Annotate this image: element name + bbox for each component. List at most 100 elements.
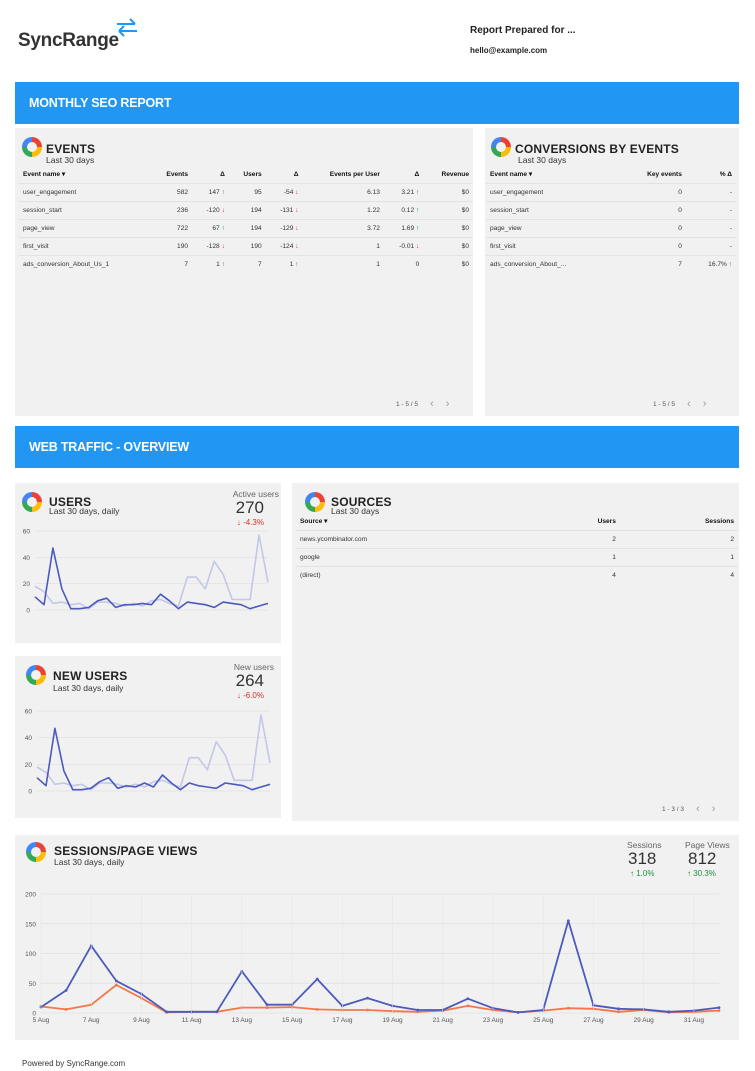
event-name: ads_conversion_About_...: [486, 254, 619, 273]
events-per-user: 1: [302, 236, 384, 255]
users-card: USERS Last 30 days, daily Active users 2…: [15, 483, 281, 643]
x-tick-label: 15 Aug: [282, 1017, 303, 1024]
x-tick-label: 7 Aug: [83, 1017, 100, 1024]
prepared-for: Report Prepared for ...: [470, 25, 576, 36]
prev-page-icon[interactable]: ‹: [430, 398, 434, 410]
events-per-user: 1: [302, 254, 384, 273]
conversions-table: Event name ▾ Key events % Δ user_engagem…: [486, 166, 736, 273]
col-events-per-user[interactable]: Events per User: [303, 166, 384, 183]
analytics-icon: [491, 137, 511, 157]
data-point: [64, 988, 68, 992]
users-delta-value: -129: [280, 224, 294, 232]
x-tick-label: 19 Aug: [382, 1017, 403, 1024]
footer-credit: Powered by SyncRange.com: [22, 1059, 126, 1068]
y-tick-label: 40: [25, 735, 33, 742]
col-delta[interactable]: Δ: [192, 166, 229, 183]
events-delta: -128 ↓: [192, 236, 229, 255]
table-row[interactable]: session_start 0 -: [486, 200, 736, 219]
x-tick-label: 11 Aug: [182, 1017, 202, 1024]
y-tick-label: 150: [25, 921, 36, 928]
users-delta: -54 ↓: [265, 182, 303, 201]
data-point: [114, 983, 118, 987]
table-row[interactable]: page_view 722 67 ↑ 194 -129 ↓ 3.72 1.69 ↑ $0: [19, 218, 473, 237]
pct-delta-value: 16.7%: [708, 260, 727, 268]
web-traffic-banner: WEB TRAFFIC - OVERVIEW: [15, 426, 739, 468]
col-users[interactable]: Users: [229, 166, 266, 183]
source-name: google: [296, 547, 536, 566]
next-page-icon[interactable]: ›: [712, 803, 716, 815]
col-key-events[interactable]: Key events: [619, 166, 686, 183]
table-row[interactable]: first_visit 190 -128 ↓ 190 -124 ↓ 1 -0.01 ↓ $0: [19, 236, 473, 255]
series-line-2: [36, 714, 271, 791]
data-point: [566, 1006, 570, 1010]
arrow-down-icon: ↓: [219, 242, 225, 250]
users-delta: 1 ↑: [265, 254, 303, 273]
pct-delta: -: [685, 182, 736, 201]
col-delta[interactable]: Δ: [384, 166, 423, 183]
revenue: $0: [423, 254, 473, 273]
data-point: [366, 1008, 369, 1012]
pct-delta-value: -: [729, 206, 732, 214]
events-delta: -120 ↓: [192, 200, 229, 219]
users-count: 95: [228, 182, 266, 201]
table-row[interactable]: ads_conversion_About_... 7 16.7% ↑: [486, 254, 736, 273]
table-row[interactable]: ads_conversion_About_Us_1 7 1 ↑ 7 1 ↑ 1 0 $0: [19, 254, 473, 273]
col-users[interactable]: Users: [536, 513, 620, 530]
y-tick-label: 50: [29, 981, 37, 988]
new-users-card: NEW USERS Last 30 days, daily New users …: [15, 656, 281, 818]
revenue: $0: [423, 236, 473, 255]
x-tick-label: 23 Aug: [483, 1017, 504, 1024]
event-name: user_engagement: [486, 182, 619, 201]
next-page-icon[interactable]: ›: [446, 398, 450, 410]
users-delta: -131 ↓: [265, 200, 303, 219]
event-name: session_start: [19, 200, 151, 219]
table-row[interactable]: first_visit 0 -: [486, 236, 736, 255]
col-event-name[interactable]: Event name ▾: [486, 166, 619, 183]
event-name: user_engagement: [19, 182, 151, 201]
prev-page-icon[interactable]: ‹: [696, 803, 700, 815]
page-range: 1 - 5 / 5: [653, 401, 676, 408]
sync-arrows-icon: [117, 18, 137, 37]
col-delta[interactable]: Δ: [266, 166, 303, 183]
events-count: 7: [150, 254, 193, 273]
next-page-icon[interactable]: ›: [703, 398, 707, 410]
card-subtitle: Last 30 days: [46, 155, 95, 165]
data-point: [215, 1010, 219, 1014]
users-count: 190: [228, 236, 266, 255]
epu-delta-value: 3.21: [401, 188, 415, 196]
pct-delta-value: -: [729, 224, 732, 232]
table-row[interactable]: google 1 1: [296, 547, 738, 566]
table-row[interactable]: user_engagement 582 147 ↑ 95 -54 ↓ 6.13 3.21 ↑…: [19, 182, 473, 201]
col-events[interactable]: Events: [151, 166, 192, 183]
data-point: [165, 1010, 168, 1014]
arrow-up-icon: ↑: [219, 260, 225, 268]
events-card: EVENTS Last 30 days Event name ▾ Events …: [15, 128, 473, 416]
table-row[interactable]: page_view 0 -: [486, 218, 736, 237]
key-events: 0: [618, 182, 686, 201]
table-row[interactable]: user_engagement 0 -: [486, 182, 736, 201]
x-tick-label: 9 Aug: [133, 1017, 150, 1024]
source-users: 2: [535, 529, 620, 548]
source-sessions: 2: [619, 529, 738, 548]
pct-delta: -: [685, 236, 736, 255]
col-revenue[interactable]: Revenue: [423, 166, 473, 183]
table-row[interactable]: session_start 236 -120 ↓ 194 -131 ↓ 1.22 0.12 …: [19, 200, 473, 219]
col-source[interactable]: Source ▾: [296, 513, 536, 530]
prev-page-icon[interactable]: ‹: [687, 398, 691, 410]
col-pct-delta[interactable]: % Δ: [686, 166, 736, 183]
table-row[interactable]: (direct) 4 4: [296, 565, 738, 584]
y-tick-label: 60: [23, 529, 31, 536]
users-delta-value: -54: [283, 188, 294, 196]
arrow-down-icon: ↓: [293, 188, 299, 196]
events-table: Event name ▾ Events Δ Users Δ Events per…: [19, 166, 473, 273]
table-row[interactable]: news.ycombinator.com 2 2: [296, 529, 738, 548]
source-name: news.ycombinator.com: [296, 529, 536, 548]
pct-delta: -: [685, 200, 736, 219]
col-sessions[interactable]: Sessions: [620, 513, 738, 530]
arrow-up-icon: ↑: [219, 188, 225, 196]
col-event-name[interactable]: Event name ▾: [19, 166, 151, 183]
users-delta: -129 ↓: [265, 218, 303, 237]
data-point: [466, 1004, 470, 1008]
users-delta-value: -131: [280, 206, 294, 214]
events-delta-value: 67: [212, 224, 220, 232]
